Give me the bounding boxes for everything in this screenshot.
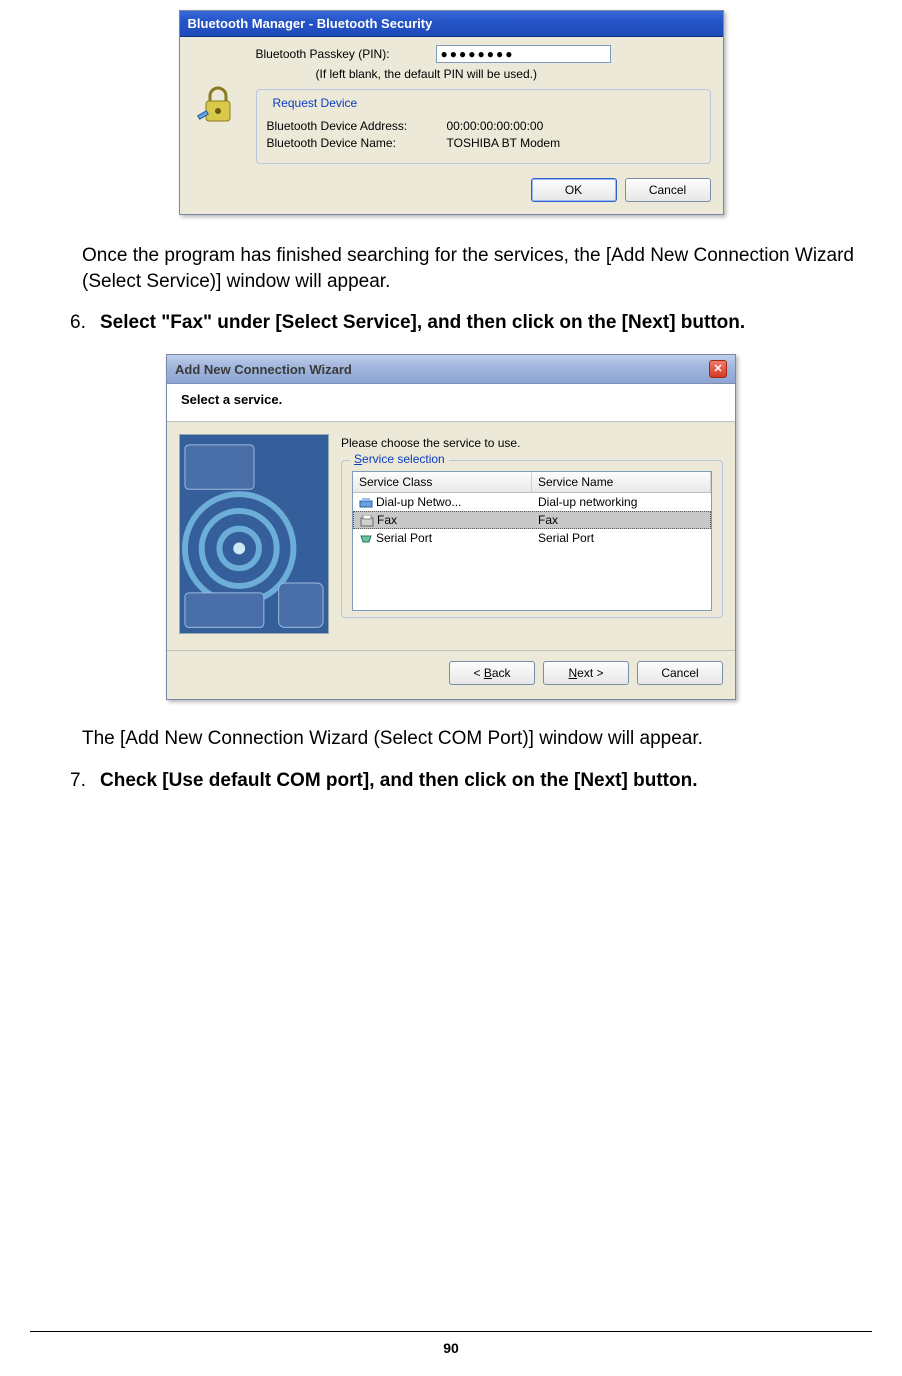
close-icon[interactable]: ✕ bbox=[709, 360, 727, 378]
wizard-subtitle: Select a service. bbox=[167, 384, 735, 422]
step-7-number: 7. bbox=[70, 770, 100, 792]
service-selection-group: Service selection Service Class Service … bbox=[341, 460, 723, 618]
cancel-button[interactable]: Cancel bbox=[625, 178, 711, 202]
bluetooth-security-dialog: Bluetooth Manager - Bluetooth Security B… bbox=[179, 10, 724, 215]
wizard-instruction: Please choose the service to use. bbox=[341, 436, 723, 450]
pin-note: (If left blank, the default PIN will be … bbox=[316, 67, 711, 81]
wizard-cancel-button[interactable]: Cancel bbox=[637, 661, 723, 685]
request-device-legend: Request Device bbox=[269, 96, 362, 110]
list-item[interactable]: FaxFax bbox=[353, 511, 711, 529]
next-button[interactable]: Next > bbox=[543, 661, 629, 685]
list-item[interactable]: Serial PortSerial Port bbox=[353, 529, 711, 547]
device-name-label: Bluetooth Device Name: bbox=[267, 136, 437, 150]
dialog-titlebar: Bluetooth Manager - Bluetooth Security bbox=[180, 11, 723, 37]
paragraph-after-dialog1: Once the program has finished searching … bbox=[82, 243, 862, 294]
back-button[interactable]: < Back bbox=[449, 661, 535, 685]
lock-key-icon bbox=[196, 83, 240, 127]
bluetooth-security-figure: Bluetooth Manager - Bluetooth Security B… bbox=[40, 10, 862, 215]
list-item[interactable]: Dial-up Netwo...Dial-up networking bbox=[353, 493, 711, 511]
add-connection-wizard-dialog: Add New Connection Wizard ✕ Select a ser… bbox=[166, 354, 736, 700]
device-address-value: 00:00:00:00:00:00 bbox=[447, 119, 544, 133]
step-6: 6. Select "Fax" under [Select Service], … bbox=[70, 312, 862, 334]
page-number: 90 bbox=[0, 1340, 902, 1356]
service-listview[interactable]: Service Class Service Name Dial-up Netwo… bbox=[352, 471, 712, 611]
add-connection-wizard-figure: Add New Connection Wizard ✕ Select a ser… bbox=[40, 354, 862, 700]
wizard-titlebar: Add New Connection Wizard ✕ bbox=[167, 355, 735, 384]
column-service-name[interactable]: Service Name bbox=[532, 472, 711, 492]
device-address-label: Bluetooth Device Address: bbox=[267, 119, 437, 133]
ok-button[interactable]: OK bbox=[531, 178, 617, 202]
pin-label: Bluetooth Passkey (PIN): bbox=[256, 47, 426, 61]
dialog-title: Bluetooth Manager - Bluetooth Security bbox=[188, 16, 433, 31]
step-6-text: Select "Fax" under [Select Service], and… bbox=[100, 312, 862, 334]
listview-header: Service Class Service Name bbox=[353, 472, 711, 493]
footer-rule bbox=[30, 1331, 872, 1332]
paragraph-after-dialog2: The [Add New Connection Wizard (Select C… bbox=[82, 726, 862, 752]
service-selection-legend: Service selection bbox=[350, 452, 449, 466]
step-7: 7. Check [Use default COM port], and the… bbox=[70, 770, 862, 792]
pin-input[interactable] bbox=[436, 45, 611, 63]
wizard-illustration bbox=[179, 434, 329, 634]
step-6-number: 6. bbox=[70, 312, 100, 334]
manual-page: Bluetooth Manager - Bluetooth Security B… bbox=[0, 0, 902, 1376]
wizard-title: Add New Connection Wizard bbox=[175, 362, 352, 377]
step-7-text: Check [Use default COM port], and then c… bbox=[100, 770, 862, 792]
device-name-value: TOSHIBA BT Modem bbox=[447, 136, 561, 150]
column-service-class[interactable]: Service Class bbox=[353, 472, 532, 492]
request-device-group: Request Device Bluetooth Device Address:… bbox=[256, 89, 711, 164]
